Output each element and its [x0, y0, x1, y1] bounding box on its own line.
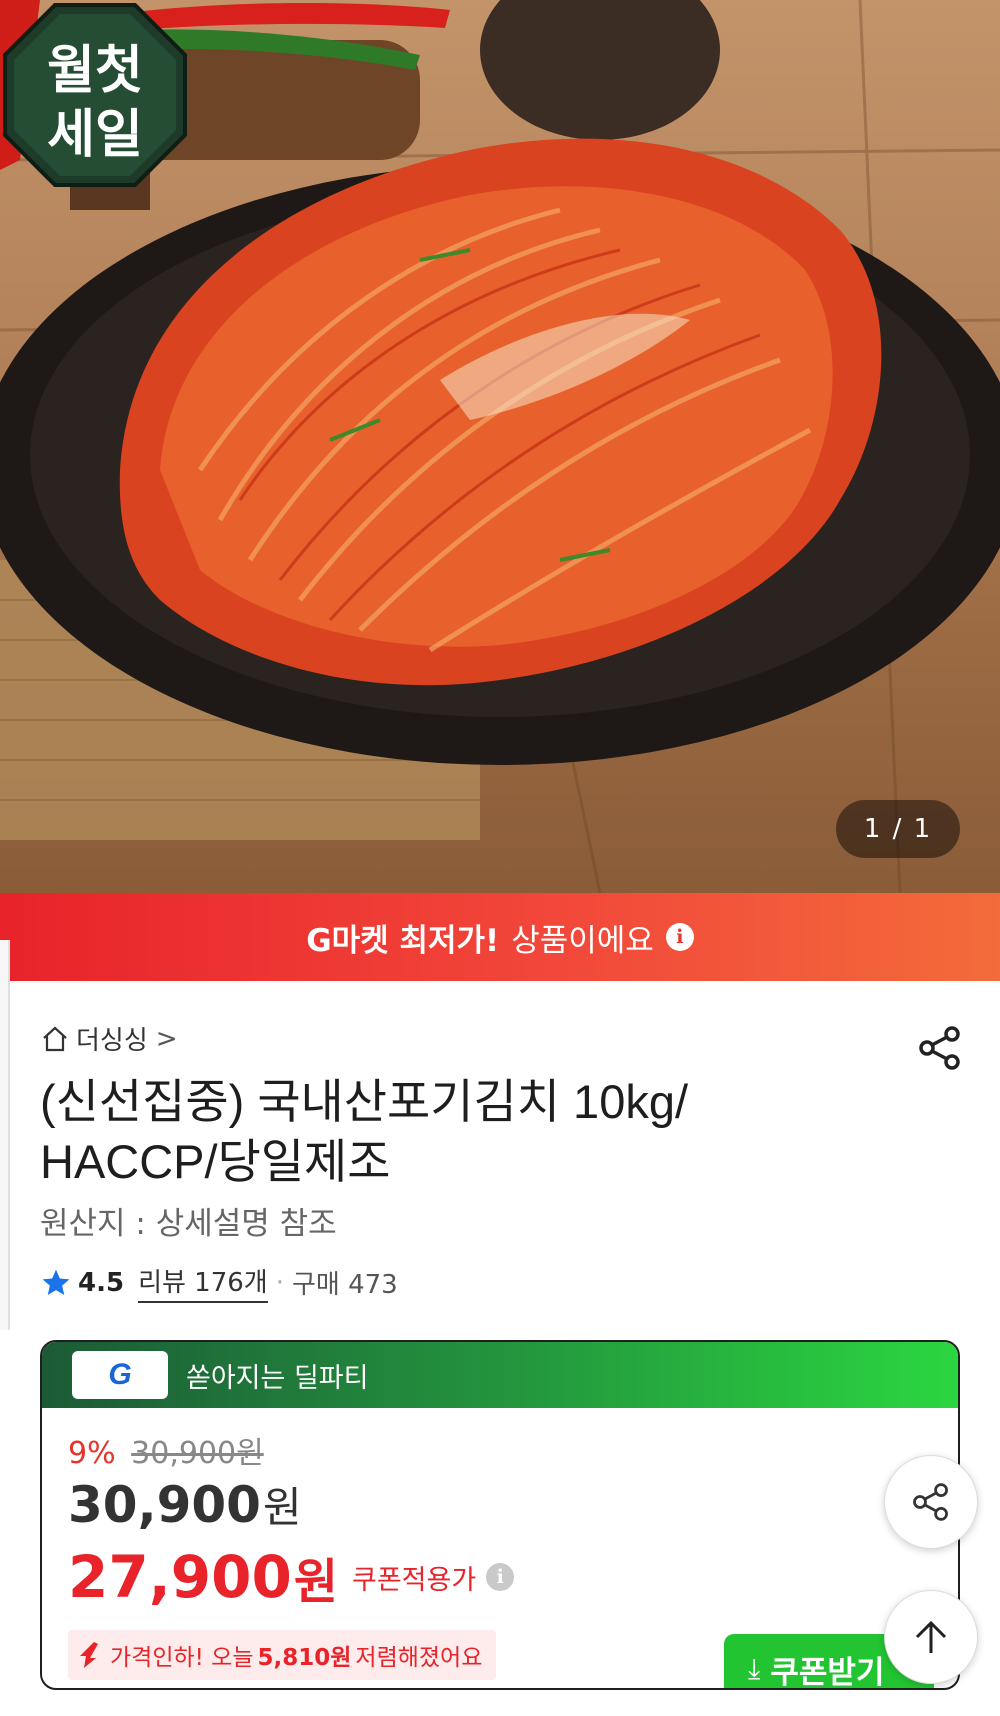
shop-name: 더싱싱: [76, 1026, 148, 1056]
deal-title: 쏟아지는 딜파티: [186, 1362, 369, 1394]
price-drop-amount: 5,810원: [257, 1645, 352, 1671]
lowest-price-banner[interactable]: G마켓 최저가! 상품이에요 i: [0, 893, 1000, 981]
deal-header: G 쏟아지는 딜파티: [42, 1342, 958, 1408]
image-counter: 1 / 1: [836, 800, 960, 858]
home-icon: [43, 1026, 67, 1051]
scroll-to-top-button[interactable]: [884, 1590, 978, 1684]
coupon-price-unit: 원: [293, 1554, 338, 1610]
price-drop-suffix: 저렴해졌어요: [355, 1645, 483, 1671]
info-icon[interactable]: i: [665, 923, 694, 951]
promo-soft-text: 상품이에요: [511, 922, 654, 959]
deal-card: G 쏟아지는 딜파티 9% 30,900원 30,900원 27,900 원 쿠폰…: [40, 1340, 960, 1690]
sale-price: 30,900원: [68, 1474, 302, 1535]
original-price: 30,900원: [131, 1436, 264, 1471]
shop-link[interactable]: 더싱싱 >: [40, 1020, 178, 1057]
arrow-down-icon: [80, 1642, 98, 1668]
reviews-link[interactable]: 리뷰 176개: [138, 1262, 268, 1303]
coupon-price: 27,900 원 쿠폰적용가 i: [68, 1542, 515, 1612]
sale-price-value: 30,900: [68, 1476, 261, 1534]
product-title: (신선집중) 국내산포기김치 10kg/ HACCP/당일제조: [40, 1072, 920, 1192]
get-coupon-label: 쿠폰받기: [770, 1654, 885, 1690]
coupon-price-label: 쿠폰적용가: [352, 1564, 477, 1596]
floating-share-button[interactable]: [884, 1455, 978, 1549]
download-icon: ⤓: [748, 1652, 761, 1685]
promo-strong-text: G마켓 최저가!: [306, 922, 500, 959]
rating-score: 4.5: [78, 1267, 125, 1298]
share-icon: [913, 1483, 948, 1521]
price-drop-prefix: 가격인하! 오늘: [110, 1645, 254, 1671]
svg-text:세일: 세일: [47, 105, 143, 165]
coupon-info-icon[interactable]: i: [486, 1563, 515, 1591]
chevron-right-icon: >: [155, 1023, 178, 1054]
product-page: 월첫 세일 1 / 1 G마켓 최저가! 상품이에요 i 더싱싱 > (신선집중…: [0, 0, 1000, 1716]
price-drop-notice: 가격인하! 오늘 5,810원 저렴해졌어요: [68, 1630, 497, 1680]
coupon-price-value: 27,900: [68, 1543, 292, 1611]
sale-badge: 월첫 세일: [3, 3, 187, 187]
product-title-line1: (신선집중) 국내산포기김치 10kg/: [40, 1075, 689, 1128]
purchase-count: 구매 473: [291, 1270, 398, 1300]
side-drawer-edge: [0, 940, 10, 1330]
product-image[interactable]: 월첫 세일 1 / 1: [0, 0, 1000, 893]
origin-info: 원산지 : 상세설명 참조: [40, 1206, 337, 1242]
share-icon[interactable]: [916, 1024, 964, 1072]
arrow-up-icon: [915, 1620, 947, 1653]
sale-price-unit: 원: [262, 1483, 302, 1532]
product-title-line2: HACCP/당일제조: [40, 1135, 391, 1188]
discount-line: 9% 30,900원: [68, 1428, 264, 1472]
rating-row: 4.5 리뷰 176개 · 구매 473: [40, 1262, 398, 1303]
g-deal-logo: G: [72, 1351, 168, 1399]
separator-dot: ·: [275, 1267, 284, 1298]
svg-text:월첫: 월첫: [47, 41, 143, 101]
star-icon: [42, 1269, 70, 1295]
discount-percent: 9%: [68, 1436, 116, 1471]
